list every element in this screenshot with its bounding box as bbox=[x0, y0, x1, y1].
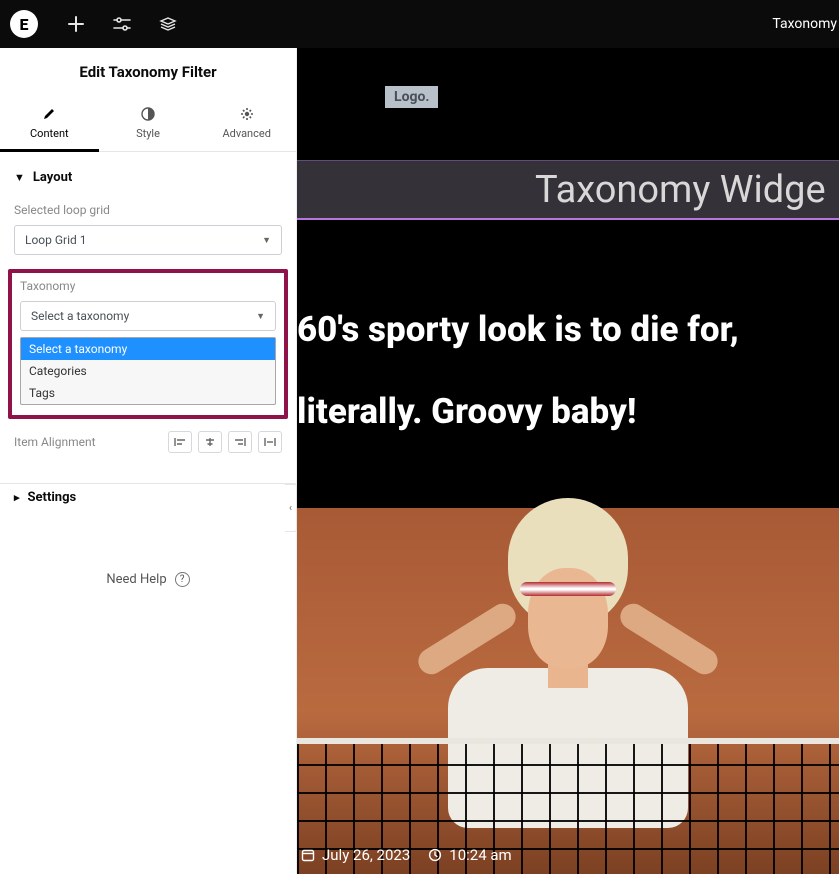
taxonomy-dropdown: Select a taxonomy Categories Tags bbox=[20, 337, 276, 405]
panel-title: Edit Taxonomy Filter bbox=[0, 48, 296, 96]
need-help-label: Need Help bbox=[106, 572, 166, 587]
field-taxonomy: Taxonomy Select a taxonomy ▼ bbox=[18, 279, 278, 337]
top-right-context: Taxonomy bbox=[772, 16, 837, 32]
headline-line2: literally. Groovy baby! bbox=[297, 390, 829, 434]
calendar-icon bbox=[301, 848, 315, 862]
chevron-down-icon: ▼ bbox=[256, 311, 265, 322]
chevron-down-icon: ▼ bbox=[262, 235, 271, 246]
post-time-value: 10:24 am bbox=[449, 846, 511, 864]
need-help-link[interactable]: Need Help ? bbox=[0, 572, 296, 587]
align-left-button[interactable] bbox=[168, 431, 192, 453]
contrast-icon bbox=[141, 107, 155, 121]
post-headline: 60's sporty look is to die for, literall… bbox=[297, 308, 829, 434]
tab-style-label: Style bbox=[136, 127, 160, 140]
headline-line1: 60's sporty look is to die for, bbox=[297, 308, 829, 352]
tab-advanced[interactable]: Advanced bbox=[197, 96, 296, 151]
alignment-buttons bbox=[168, 431, 282, 453]
loop-grid-value: Loop Grid 1 bbox=[25, 233, 87, 247]
page-title: Taxonomy Widge bbox=[535, 168, 826, 212]
taxonomy-option-categories[interactable]: Categories bbox=[21, 360, 275, 382]
post-date: July 26, 2023 bbox=[301, 846, 410, 864]
add-icon[interactable] bbox=[66, 14, 86, 34]
clock-icon bbox=[428, 848, 442, 862]
top-toolbar-icons bbox=[66, 14, 178, 34]
elementor-logo-icon: E bbox=[10, 10, 38, 38]
help-icon: ? bbox=[175, 572, 190, 587]
item-alignment-label: Item Alignment bbox=[14, 435, 96, 449]
panel-tabs: Content Style Advanced bbox=[0, 96, 296, 152]
elementor-logo[interactable]: E bbox=[0, 0, 48, 48]
field-selected-loop-grid: Selected loop grid Loop Grid 1 ▼ bbox=[0, 195, 296, 263]
preview-canvas: Logo. Taxonomy Widge 60's sporty look is… bbox=[297, 48, 839, 874]
page-title-band: Taxonomy Widge bbox=[297, 160, 839, 220]
settings-sliders-icon[interactable] bbox=[112, 14, 132, 34]
structure-icon[interactable] bbox=[158, 14, 178, 34]
align-right-button[interactable] bbox=[228, 431, 252, 453]
taxonomy-select-value: Select a taxonomy bbox=[31, 309, 129, 323]
taxonomy-highlight-box: Taxonomy Select a taxonomy ▼ Select a ta… bbox=[8, 269, 288, 419]
section-settings-label: Settings bbox=[28, 490, 77, 505]
post-time: 10:24 am bbox=[428, 846, 511, 864]
align-center-button[interactable] bbox=[198, 431, 222, 453]
section-settings[interactable]: ▸ Settings bbox=[0, 483, 296, 515]
site-logo-placeholder[interactable]: Logo. bbox=[385, 86, 438, 108]
tab-style[interactable]: Style bbox=[99, 96, 198, 151]
post-featured-image: July 26, 2023 10:24 am bbox=[297, 508, 839, 874]
align-stretch-button[interactable] bbox=[258, 431, 282, 453]
tab-content-label: Content bbox=[30, 127, 69, 140]
loop-grid-select[interactable]: Loop Grid 1 ▼ bbox=[14, 225, 282, 255]
tab-content[interactable]: Content bbox=[0, 96, 99, 151]
post-date-value: July 26, 2023 bbox=[322, 846, 410, 864]
taxonomy-label: Taxonomy bbox=[20, 279, 276, 293]
section-layout-label: Layout bbox=[33, 170, 72, 185]
section-layout[interactable]: ▼ Layout bbox=[0, 152, 296, 195]
taxonomy-option-tags[interactable]: Tags bbox=[21, 382, 275, 404]
taxonomy-select[interactable]: Select a taxonomy ▼ bbox=[20, 301, 276, 331]
gear-icon bbox=[240, 107, 254, 121]
top-toolbar: E Taxonomy bbox=[0, 0, 839, 48]
item-alignment-row: Item Alignment bbox=[0, 431, 296, 453]
caret-right-icon: ▸ bbox=[14, 491, 20, 504]
editor-panel: Edit Taxonomy Filter Content Style Advan… bbox=[0, 48, 297, 874]
panel-collapse-toggle[interactable]: ‹ bbox=[285, 484, 297, 532]
taxonomy-option-placeholder[interactable]: Select a taxonomy bbox=[21, 338, 275, 360]
loop-grid-label: Selected loop grid bbox=[14, 203, 282, 217]
tab-advanced-label: Advanced bbox=[222, 127, 270, 140]
caret-down-icon: ▼ bbox=[14, 171, 25, 184]
pencil-icon bbox=[42, 107, 56, 121]
post-meta: July 26, 2023 10:24 am bbox=[301, 846, 512, 864]
